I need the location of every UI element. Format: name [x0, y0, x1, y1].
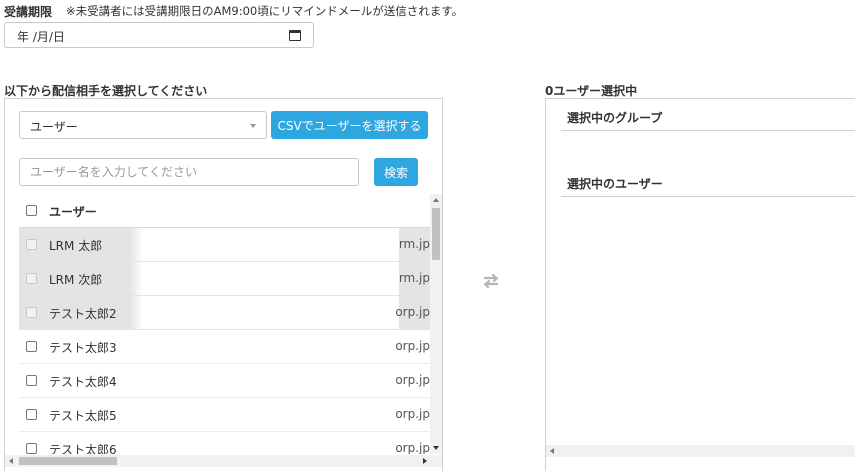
- user-email: rm.jp: [398, 237, 430, 251]
- user-row: LRM 次郎 rm.jp: [19, 262, 430, 296]
- user-checkbox[interactable]: [26, 443, 37, 454]
- selected-groups-label: 選択中のグループ: [567, 111, 663, 125]
- selected-users-label: 選択中のユーザー: [567, 177, 663, 191]
- selected-groups-header: 選択中のグループ: [561, 99, 855, 131]
- deadline-label: 受講期限: [4, 5, 53, 19]
- user-checkbox: [26, 273, 37, 284]
- user-row: テスト太郎2 orp.jp: [19, 296, 430, 330]
- search-button[interactable]: 検索: [374, 158, 418, 186]
- redaction-mask: [129, 296, 399, 329]
- user-row: LRM 太郎 rm.jp: [19, 228, 430, 262]
- recipient-picker-panel: ユーザー CSVでユーザーを選択する 検索 ユーザー LRM 太郎rm.jpLR…: [4, 98, 443, 471]
- csv-select-button[interactable]: CSVでユーザーを選択する: [271, 111, 428, 139]
- user-checkbox: [26, 239, 37, 250]
- user-name: テスト太郎5: [49, 409, 117, 423]
- scroll-left-icon[interactable]: [550, 448, 554, 454]
- user-row[interactable]: テスト太郎6 orp.jp: [19, 432, 430, 454]
- select-recipients-title: 以下から配信相手を選択してください: [4, 84, 208, 98]
- user-name: LRM 次郎: [49, 273, 103, 287]
- user-list-header-label: ユーザー: [49, 205, 97, 219]
- calendar-icon[interactable]: [289, 30, 301, 41]
- date-input-text: 年 /月/日: [17, 30, 65, 44]
- selected-horizontal-scrollbar[interactable]: [546, 445, 855, 457]
- user-name: LRM 太郎: [49, 239, 103, 253]
- user-checkbox[interactable]: [26, 409, 37, 420]
- horizontal-scroll-thumb[interactable]: [19, 457, 117, 465]
- scroll-up-icon[interactable]: [433, 198, 439, 202]
- user-list-header: ユーザー: [19, 194, 430, 228]
- user-row[interactable]: テスト太郎5 orp.jp: [19, 398, 430, 432]
- deadline-date-input[interactable]: 年 /月/日: [4, 22, 314, 48]
- user-checkbox: [26, 307, 37, 318]
- scroll-right-icon[interactable]: [423, 458, 427, 464]
- recipient-type-value: ユーザー: [30, 120, 78, 134]
- user-name: テスト太郎3: [49, 341, 117, 355]
- redaction-mask: [129, 432, 399, 454]
- user-list: ユーザー LRM 太郎 rm.jp LRM 次郎 rm.jp テスト太郎2 orp.jp テ…: [19, 194, 430, 454]
- select-all-checkbox[interactable]: [26, 205, 37, 216]
- recipient-type-select[interactable]: ユーザー: [19, 111, 267, 139]
- redaction-mask: [129, 398, 399, 431]
- horizontal-scrollbar[interactable]: [5, 455, 442, 467]
- vertical-scrollbar[interactable]: [430, 194, 442, 454]
- user-email: orp.jp: [395, 339, 430, 353]
- user-email: rm.jp: [398, 271, 430, 285]
- user-name: テスト太郎2: [49, 307, 117, 321]
- selected-panel: 選択中のグループ 選択中のユーザー: [545, 98, 855, 471]
- user-search-input[interactable]: [19, 158, 359, 186]
- swap-arrows-icon[interactable]: [480, 272, 502, 290]
- user-row[interactable]: テスト太郎4 orp.jp: [19, 364, 430, 398]
- selected-users-header: 選択中のユーザー: [561, 165, 855, 197]
- user-email: orp.jp: [395, 441, 430, 454]
- redaction-mask: [129, 262, 399, 295]
- user-email: orp.jp: [395, 373, 430, 387]
- scroll-down-icon[interactable]: [433, 446, 439, 450]
- user-name: テスト太郎6: [49, 443, 117, 454]
- chevron-down-icon: [250, 124, 256, 128]
- redaction-mask: [129, 364, 399, 397]
- user-checkbox[interactable]: [26, 341, 37, 352]
- deadline-note: ※未受講者には受講期限日のAM9:00頃にリマインドメールが送信されます。: [66, 4, 464, 18]
- user-checkbox[interactable]: [26, 375, 37, 386]
- user-email: orp.jp: [395, 305, 430, 319]
- user-name: テスト太郎4: [49, 375, 117, 389]
- vertical-scroll-thumb[interactable]: [432, 208, 440, 260]
- redaction-mask: [129, 228, 399, 261]
- user-row[interactable]: テスト太郎3 orp.jp: [19, 330, 430, 364]
- user-email: orp.jp: [395, 407, 430, 421]
- scroll-left-icon[interactable]: [9, 458, 13, 464]
- selected-count-title: 0ユーザー選択中: [545, 84, 638, 98]
- redaction-mask: [129, 330, 399, 363]
